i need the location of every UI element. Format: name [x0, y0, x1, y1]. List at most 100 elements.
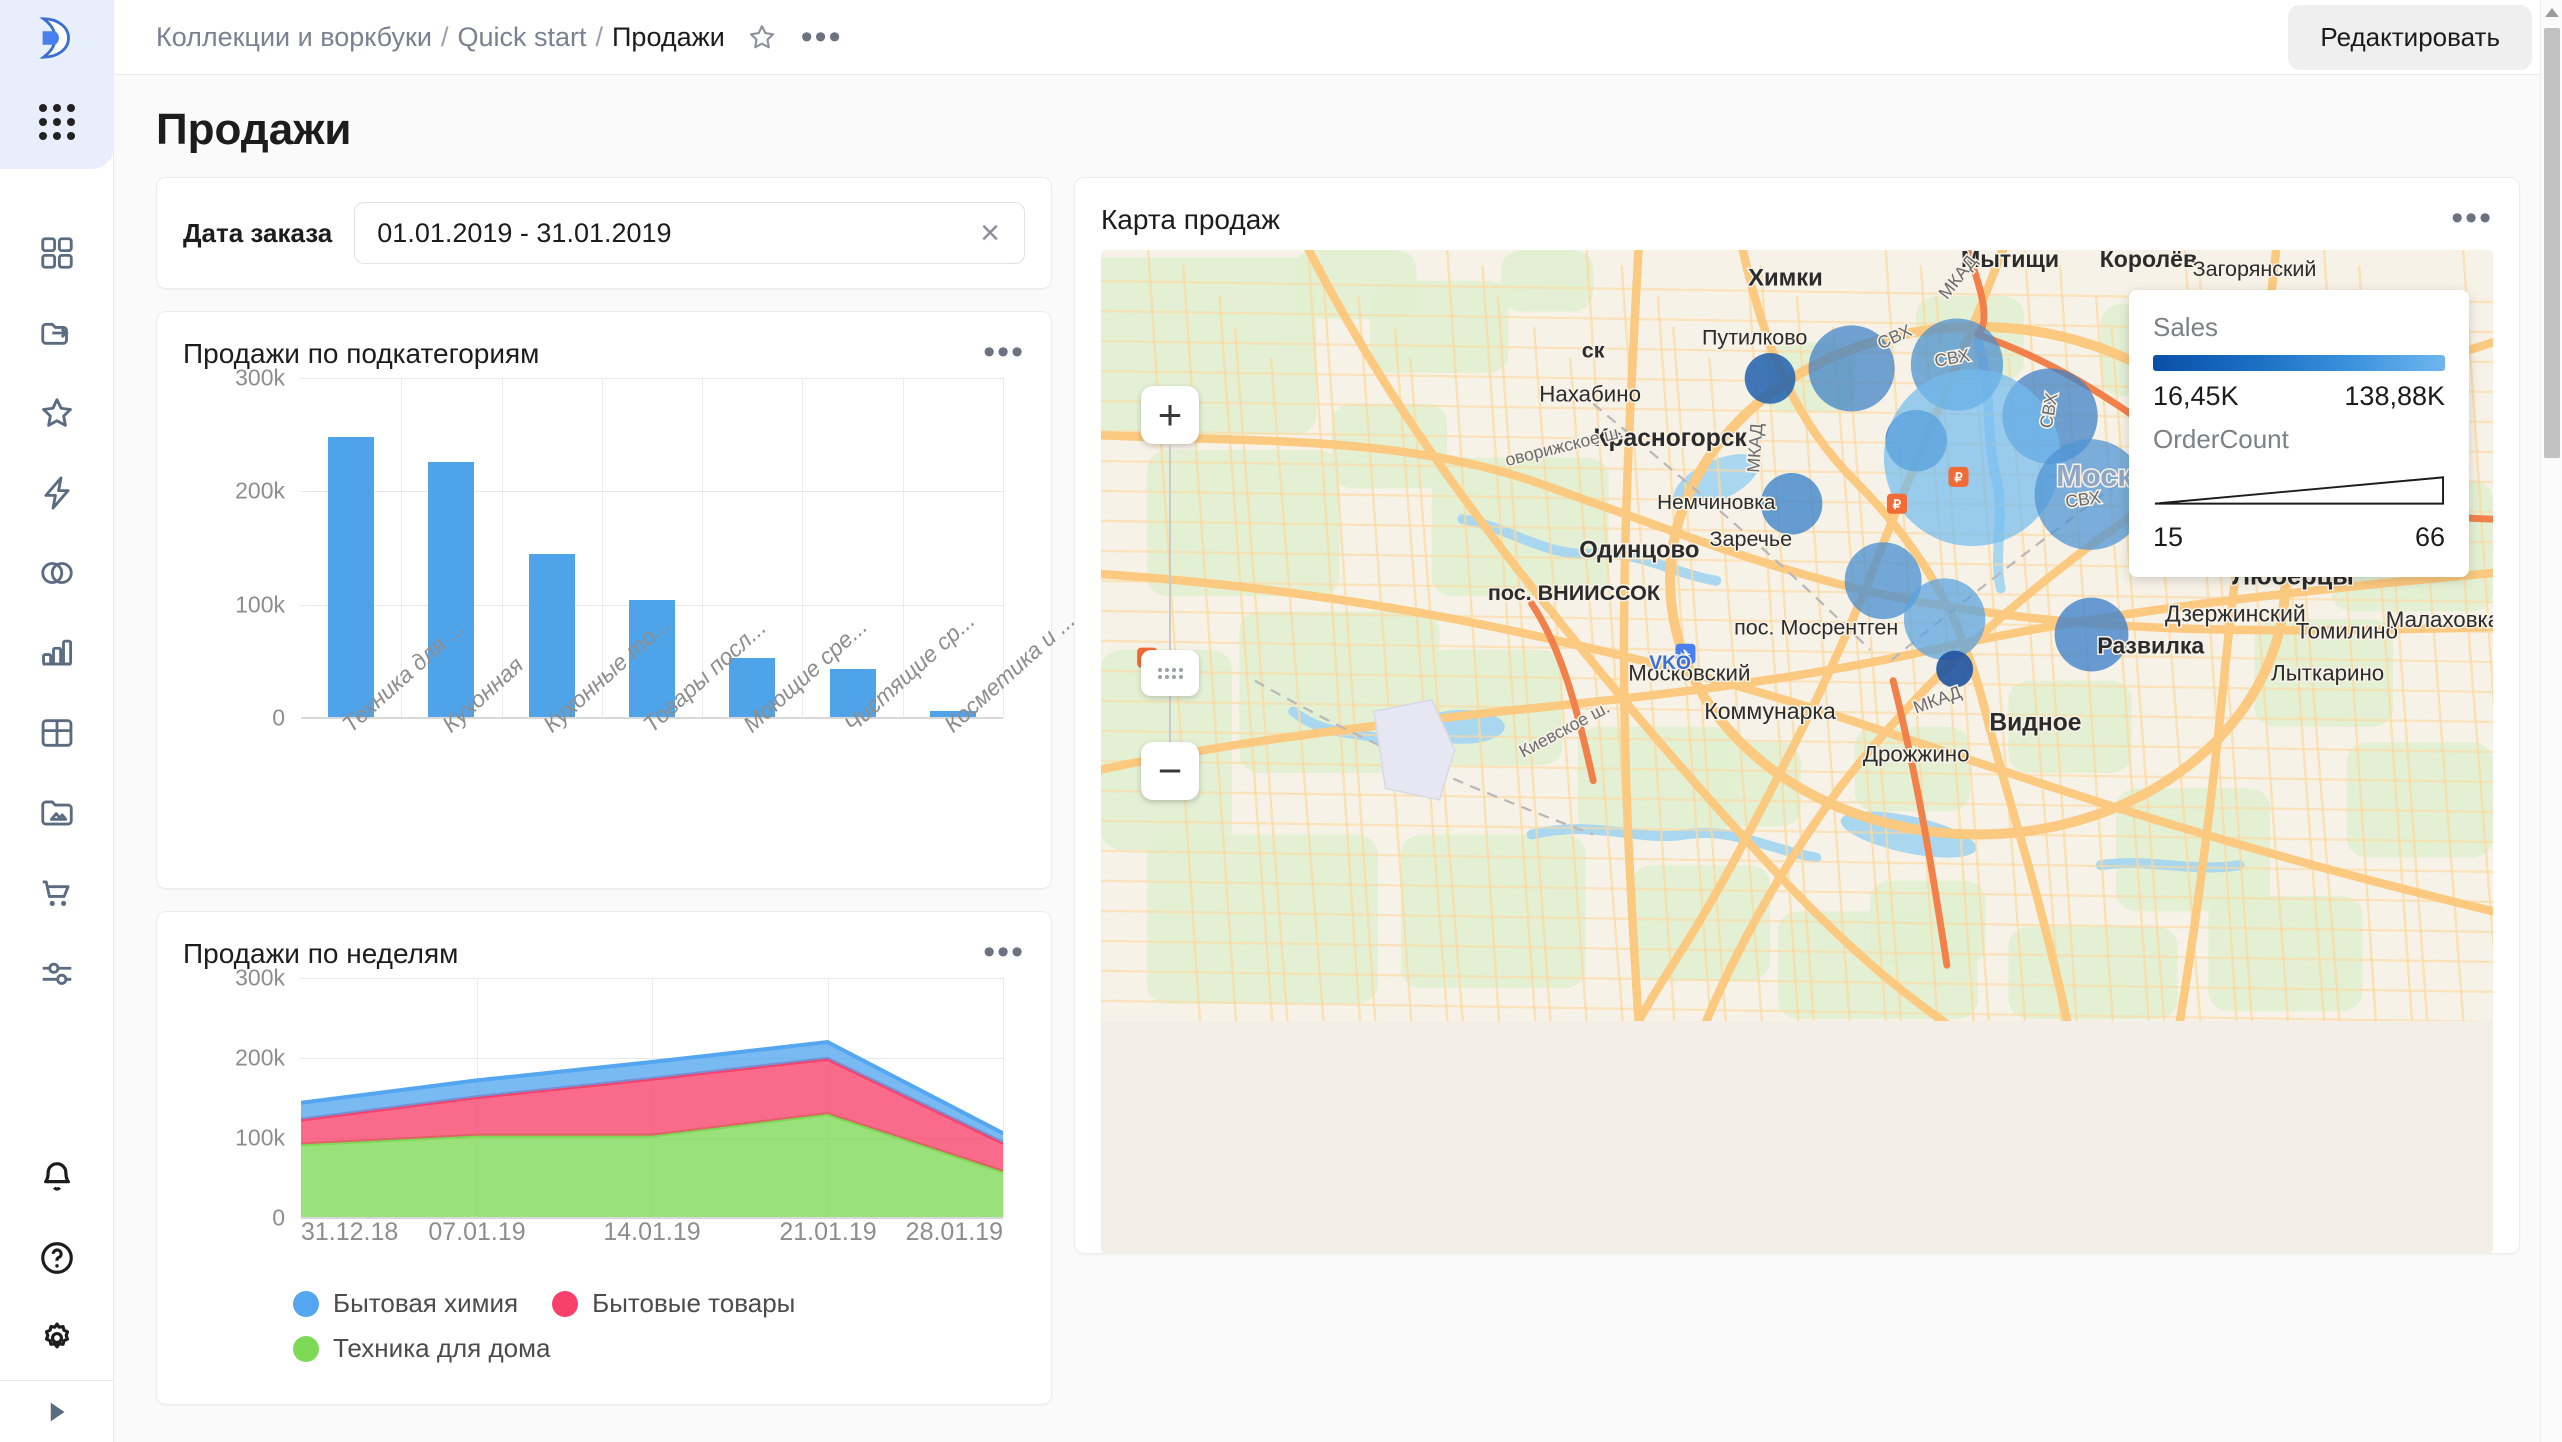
dashboard-columns: Дата заказа 01.01.2019 - 31.01.2019 × Пр…: [156, 177, 2520, 1427]
legend-item[interactable]: Бытовые товары: [552, 1288, 795, 1319]
subcategories-more-menu-button[interactable]: •••: [983, 335, 1025, 369]
close-icon[interactable]: ×: [974, 216, 1006, 250]
map-sales-bubble[interactable]: [1744, 353, 1796, 404]
map-legend-color-min: 16,45K: [2153, 381, 2239, 411]
map-place-label: Дрожжино: [1863, 741, 1970, 766]
page-title: Продажи: [156, 105, 352, 154]
map-legend-color-ramp: [2153, 355, 2445, 371]
map-place-label: Химки: [1748, 264, 1823, 291]
sidebar-item-charts[interactable]: [17, 613, 97, 693]
sidebar-item-favorites[interactable]: [17, 373, 97, 453]
date-filter-value: 01.01.2019 - 31.01.2019: [377, 217, 672, 248]
folder-image-icon: [40, 800, 73, 826]
x-axis-tick-label: 07.01.19: [428, 1218, 526, 1246]
datasets-circles-icon: [40, 562, 73, 584]
map-zoom-slider-handle[interactable]: [1141, 650, 1199, 696]
breadcrumb-root[interactable]: Коллекции и воркбуки: [156, 22, 432, 53]
legend-item[interactable]: Бытовая химия: [293, 1288, 518, 1319]
legend-label: Бытовые товары: [592, 1288, 796, 1318]
legend-color-dot: [293, 1335, 319, 1362]
help-button[interactable]: [17, 1218, 97, 1298]
star-favorites-icon: [41, 398, 72, 427]
map-place-label: Королёв: [2100, 250, 2197, 272]
map-zoom-out-button[interactable]: −: [1141, 742, 1199, 800]
edit-button[interactable]: Редактировать: [2288, 4, 2532, 70]
bar[interactable]: [428, 462, 474, 718]
map-place-label: ск: [1582, 339, 1605, 363]
breadcrumb: Коллекции и воркбуки / Quick start / Про…: [156, 22, 725, 53]
page-more-menu-button[interactable]: •••: [801, 20, 843, 54]
scrollbar-thumb[interactable]: [2544, 28, 2560, 458]
sidebar-item-media[interactable]: [17, 773, 97, 853]
map-place-label: Немчиновка: [1657, 491, 1776, 514]
datalens-logo-icon: [38, 16, 70, 59]
right-column: Карта продаж ••• ₽₽₽₽₽✈₽МытищиКоролёвЗаг…: [1074, 177, 2520, 1254]
map-place-label: Нахабино: [1539, 382, 1641, 407]
map-legend-size-max: 66: [2414, 522, 2445, 552]
left-navigation-rail: [0, 0, 114, 1442]
map-zoom-track[interactable]: [1169, 444, 1171, 742]
map-legend-size-min: 15: [2153, 522, 2184, 552]
gridline: [301, 491, 1003, 493]
map-place-label: Дзержинский: [2165, 600, 2306, 626]
favorite-toggle-button[interactable]: [747, 22, 777, 52]
subcategories-chart-card: Продажи по подкатегориям ••• 0 100k 200k 30…: [156, 311, 1080, 889]
date-filter-card: Дата заказа 01.01.2019 - 31.01.2019 ×: [156, 177, 1052, 289]
settings-button[interactable]: [17, 1298, 97, 1378]
top-bar: Коллекции и воркбуки / Quick start / Про…: [114, 0, 2562, 75]
app-logo[interactable]: [0, 0, 114, 75]
bar[interactable]: [328, 437, 374, 718]
sidebar-item-datasets[interactable]: [17, 533, 97, 613]
gridline: [301, 378, 1003, 379]
sidebar-item-quick-actions[interactable]: [17, 453, 97, 533]
rail-icon-list: [17, 213, 97, 1013]
sidebar-item-marketplace[interactable]: [17, 853, 97, 933]
weeks-more-menu-button[interactable]: •••: [983, 935, 1025, 969]
x-axis-tick-label: 28.01.19: [905, 1218, 1003, 1246]
sidebar-item-tables[interactable]: [17, 693, 97, 773]
map-more-menu-button[interactable]: •••: [2451, 201, 2493, 235]
scroll-up-arrow-icon[interactable]: [2541, 0, 2562, 24]
connections-icon: [40, 322, 69, 345]
table-icon: [41, 719, 72, 747]
y-axis-tick: 100k: [235, 591, 285, 618]
map-place-label: пос. ВНИИССОК: [1488, 581, 1661, 605]
map-place-label: Томилино: [2296, 618, 2398, 643]
map-card-header: Карта продаж •••: [1101, 201, 2493, 236]
date-filter-input[interactable]: 01.01.2019 - 31.01.2019 ×: [354, 202, 1025, 264]
map-legend-color-max: 138,88K: [2344, 381, 2445, 411]
breadcrumb-separator-2: /: [595, 21, 604, 52]
map-sales-bubble[interactable]: [1903, 578, 1986, 660]
y-axis-tick: 300k: [235, 964, 285, 991]
map-place-label: Развилка: [2097, 633, 2204, 659]
sidebar-item-dashboards[interactable]: [17, 213, 97, 293]
map-place-label: Загорянский: [2193, 257, 2317, 281]
map-sales-bubble[interactable]: [1883, 369, 2061, 547]
legend-item[interactable]: Техника для дома: [293, 1333, 550, 1364]
weeks-chart-card: Продажи по неделям ••• 0 100k 200k 300k 31.…: [156, 911, 1052, 1405]
page-scrollbar[interactable]: [2540, 0, 2562, 1442]
apps-launcher-button[interactable]: [0, 75, 114, 169]
map-legend-color-title: Sales: [2153, 312, 2219, 342]
collapse-sidebar-button[interactable]: [0, 1380, 114, 1442]
gear-icon: [44, 1322, 70, 1349]
subcategories-card-header: Продажи по подкатегориям •••: [183, 335, 1025, 370]
sidebar-item-connections[interactable]: [17, 293, 97, 373]
notifications-button[interactable]: [17, 1138, 97, 1218]
app-root: Коллекции и воркбуки / Quick start / Про…: [0, 0, 2562, 1442]
map-place-label: Коммунарка: [1704, 698, 1836, 724]
breadcrumb-parent[interactable]: Quick start: [457, 22, 586, 53]
subcategories-x-axis-labels: Техника для ... Кухонная Кухонные то... Тов…: [301, 607, 1080, 868]
legend-label: Бытовая химия: [333, 1288, 519, 1318]
map-zoom-in-button[interactable]: +: [1141, 386, 1199, 444]
rail-bottom-icons: [0, 1138, 114, 1378]
map-legend-color-range: 16,45K 138,88K: [2153, 381, 2445, 412]
sidebar-item-settings-controls[interactable]: [17, 933, 97, 1013]
map-place-label: Малаховка: [2386, 607, 2493, 632]
map-legend-size-wedge: [2154, 476, 2445, 505]
sales-map[interactable]: ₽₽₽₽₽✈₽МытищиКоролёвЗагорянскийХимкиПути…: [1101, 250, 2493, 1253]
weeks-plot: 0 100k 200k 300k: [235, 965, 1004, 1231]
map-poi-glyph: ₽: [1954, 470, 1963, 485]
y-axis-tick: 100k: [235, 1124, 285, 1151]
drag-handle-icon: [1158, 668, 1183, 679]
